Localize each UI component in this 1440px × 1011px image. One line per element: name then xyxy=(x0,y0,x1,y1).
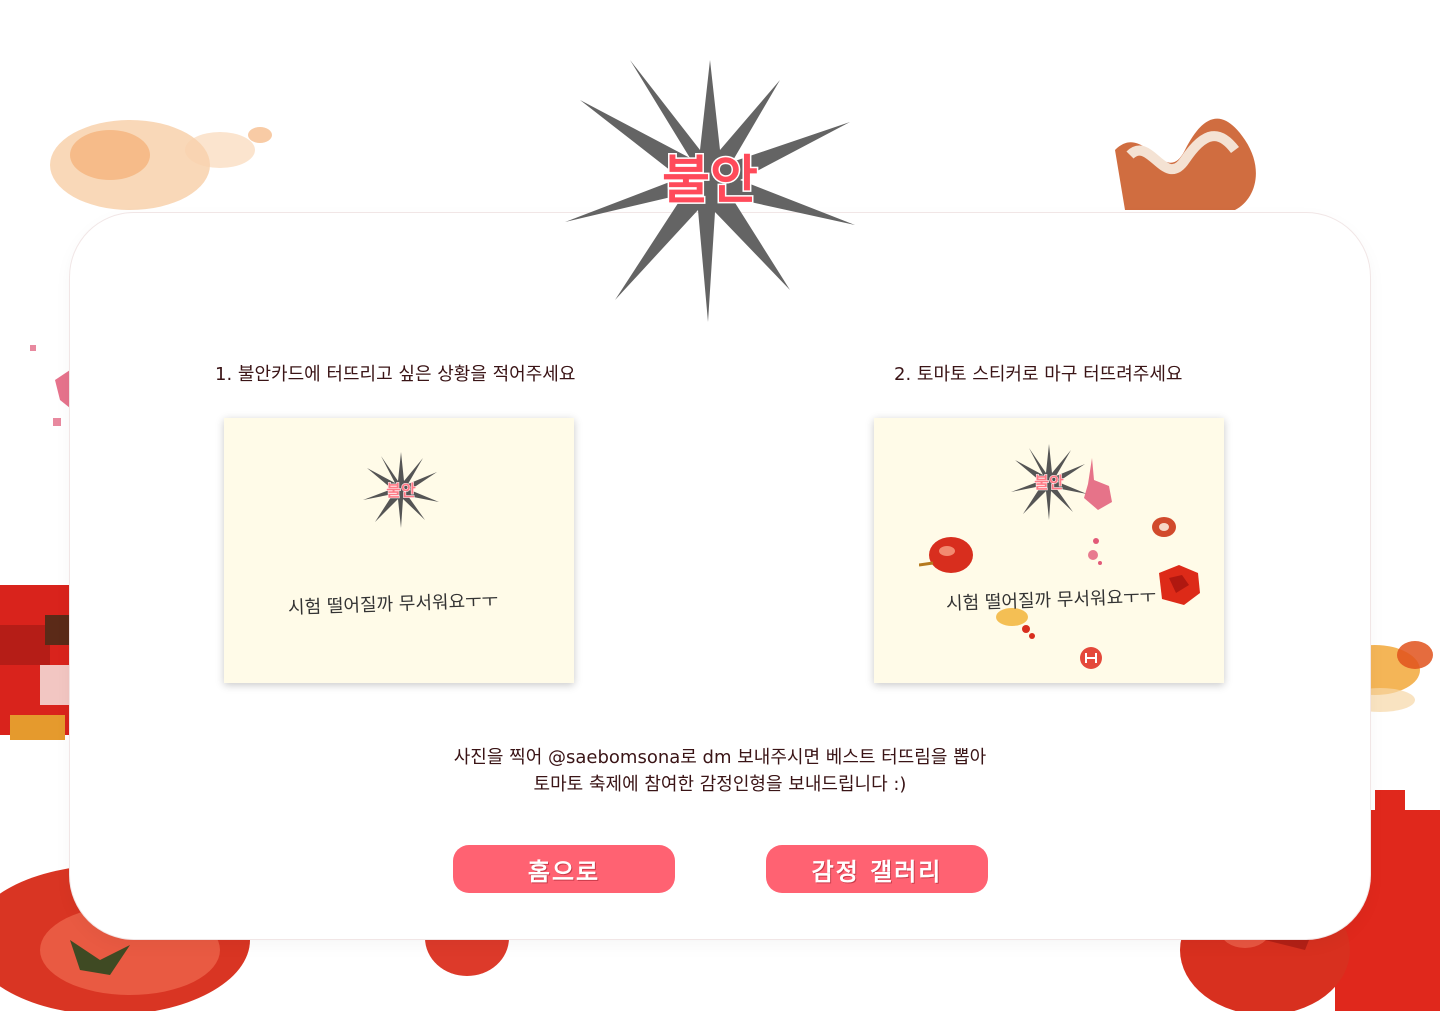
home-button[interactable]: 홈으로 xyxy=(453,845,675,893)
anxiety-card-splattered[interactable]: 불안 시험 떨어질까 무서워요ㅜㅜ xyxy=(874,418,1224,683)
tomato-splat-icon xyxy=(1084,458,1112,510)
anxiety-text: 시험 떨어질까 무서워요ㅜㅜ xyxy=(945,586,1157,615)
tomato-splat-icon xyxy=(1159,565,1200,605)
anxiety-text: 시험 떨어질까 무서워요ㅜㅜ xyxy=(287,590,499,619)
tomato-splat-icon xyxy=(919,537,973,573)
sauce-splat-top-right xyxy=(1115,118,1256,210)
star-burst-icon: 불안 xyxy=(363,452,439,528)
tomato-splat-icon xyxy=(1152,517,1176,537)
card-badge: 불안 xyxy=(386,481,416,500)
card-badge: 불안 xyxy=(1034,473,1064,492)
notice-line-1: 사진을 찍어 @saebomsona로 dm 보내주시면 베스트 터뜨림을 뽑아 xyxy=(453,747,987,768)
title-star-burst: 불안 xyxy=(565,60,855,322)
tomato-splat-icon xyxy=(1080,647,1102,669)
tomato-pixel-left xyxy=(0,585,70,740)
tomato-splat-icon xyxy=(1088,538,1102,565)
step1-instruction: 1. 불안카드에 터뜨리고 싶은 상황을 적어주세요 xyxy=(215,364,576,385)
page-title: 불안 xyxy=(662,151,758,211)
emotion-gallery-button[interactable]: 감정 갤러리 xyxy=(766,845,988,893)
notice-line-2: 토마토 축제에 참여한 감정인형을 보내드립니다 :) xyxy=(533,774,907,795)
step2-instruction: 2. 토마토 스티커로 마구 터뜨려주세요 xyxy=(894,364,1183,385)
anxiety-card-blank[interactable]: 불안 시험 떨어질까 무서워요ㅜㅜ xyxy=(224,418,574,683)
